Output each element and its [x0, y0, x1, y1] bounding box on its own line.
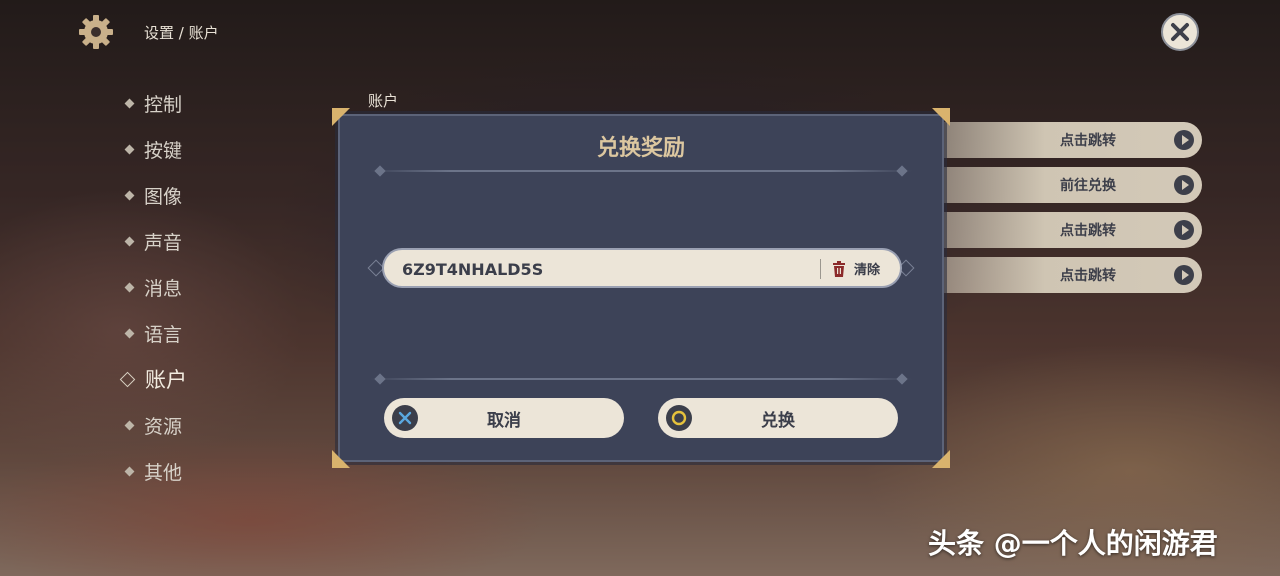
diamond-bullet-icon — [124, 190, 135, 200]
play-arrow-icon — [1174, 265, 1194, 285]
sidebar-item-label: 图像 — [144, 185, 183, 208]
code-input-field[interactable]: 清除 — [382, 248, 902, 288]
play-arrow-icon — [1174, 175, 1194, 195]
dialog-title: 兑换奖励 — [596, 136, 685, 161]
sidebar-item-keys[interactable]: 按键 — [124, 134, 183, 164]
redeem-button[interactable]: 兑换 — [658, 398, 898, 438]
cancel-button[interactable]: 取消 — [384, 398, 624, 438]
watermark: 头条 @一个人的闲游君 — [928, 527, 1218, 560]
sidebar-item-control[interactable]: 控制 — [124, 88, 183, 118]
diamond-bullet-icon — [124, 420, 135, 430]
close-icon — [1171, 23, 1189, 41]
corner-ornament-icon — [932, 450, 950, 468]
play-arrow-icon — [1174, 130, 1194, 150]
sidebar-item-label: 语言 — [144, 323, 183, 346]
diamond-bullet-icon — [124, 328, 135, 338]
action-label: 点击跳转 — [1060, 223, 1116, 239]
sidebar-item-messages[interactable]: 消息 — [124, 272, 183, 302]
clear-label: 清除 — [854, 263, 881, 278]
gear-icon — [79, 15, 113, 49]
sidebar-item-audio[interactable]: 声音 — [124, 226, 183, 256]
redeem-label: 兑换 — [761, 410, 795, 431]
action-redeem-button[interactable]: 前往兑换 — [940, 167, 1202, 203]
sidebar-item-account[interactable]: 账户 — [119, 364, 187, 394]
sidebar-item-label: 控制 — [144, 93, 183, 116]
redeem-code-input[interactable] — [400, 255, 804, 283]
close-button[interactable] — [1161, 13, 1199, 51]
sidebar-item-graphics[interactable]: 图像 — [124, 180, 183, 210]
circle-button-icon — [666, 405, 692, 431]
action-jump-button[interactable]: 点击跳转 — [940, 212, 1202, 248]
breadcrumb: 设置 / 账户 — [144, 24, 219, 42]
sidebar-item-label: 按键 — [144, 139, 183, 162]
diamond-bullet-icon — [124, 144, 135, 154]
action-label: 点击跳转 — [1060, 268, 1116, 284]
sidebar-item-label: 其他 — [144, 461, 183, 484]
trash-icon — [833, 260, 845, 277]
diamond-bullet-icon — [119, 371, 136, 387]
cancel-label: 取消 — [487, 410, 521, 431]
diamond-bullet-icon — [124, 98, 135, 108]
redeem-dialog: 兑换奖励 清除 取消 兑换 — [332, 108, 950, 468]
play-arrow-icon — [1174, 220, 1194, 240]
separator — [820, 259, 821, 279]
action-label: 点击跳转 — [1060, 133, 1116, 149]
section-title: 账户 — [368, 92, 399, 110]
divider — [370, 170, 912, 172]
sidebar-item-language[interactable]: 语言 — [124, 318, 183, 348]
diamond-bullet-icon — [124, 282, 135, 292]
sidebar-item-label: 资源 — [144, 415, 183, 438]
sidebar-item-label: 账户 — [145, 368, 187, 392]
action-jump-button[interactable]: 点击跳转 — [940, 122, 1202, 158]
divider — [370, 378, 912, 380]
cross-button-icon — [392, 405, 418, 431]
sidebar-item-resources[interactable]: 资源 — [124, 410, 183, 440]
sidebar-item-label: 消息 — [144, 277, 183, 300]
sidebar-item-other[interactable]: 其他 — [124, 456, 183, 486]
sidebar-item-label: 声音 — [144, 231, 183, 254]
diamond-bullet-icon — [124, 236, 135, 246]
clear-button[interactable]: 清除 — [832, 259, 880, 278]
diamond-bullet-icon — [124, 466, 135, 476]
corner-ornament-icon — [332, 450, 350, 468]
action-label: 前往兑换 — [1060, 178, 1116, 194]
action-jump-button[interactable]: 点击跳转 — [940, 257, 1202, 293]
